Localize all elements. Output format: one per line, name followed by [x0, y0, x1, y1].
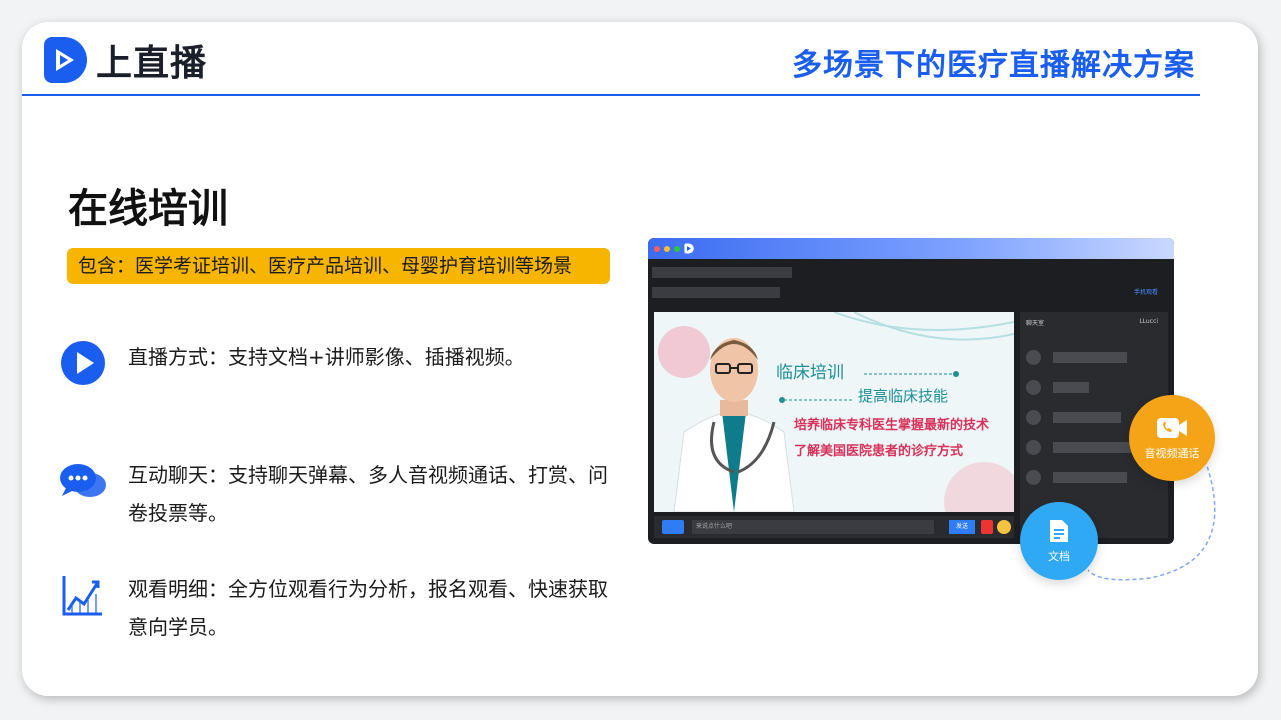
slide-line-2: 了解美国医院患者的诊疗方式 [794, 444, 964, 459]
feature-live-mode: 直播方式：支持文档+讲师影像、插播视频。 [58, 338, 613, 388]
feature-text: 观看明细：全方位观看行为分析，报名观看、快速获取意向学员。 [128, 577, 608, 639]
feature-text: 直播方式：支持文档+讲师影像、插播视频。 [128, 345, 525, 369]
slide-subtitle: 提高临床技能 [858, 387, 949, 405]
brand-logo: 上直播 [42, 34, 207, 86]
close-dot-icon [654, 245, 660, 252]
message-placeholder [1053, 412, 1121, 423]
chat-message [1026, 440, 1137, 455]
avatar [1026, 410, 1041, 425]
minimize-dot-icon [664, 245, 670, 252]
emoji-button[interactable] [662, 520, 684, 534]
chat-message [1026, 350, 1127, 365]
chat-message [1026, 470, 1127, 485]
av-call-label: 音视频通话 [1144, 447, 1200, 460]
chat-input[interactable]: 来说点什么吧 [692, 520, 934, 534]
chat-message [1026, 380, 1089, 395]
header-divider [22, 94, 1200, 96]
stage-background [658, 312, 1014, 512]
slide-title: 临床培训 [776, 363, 844, 383]
feature-interactive-chat: 互动聊天：支持聊天弹幕、多人音视频通话、打赏、问卷投票等。 [58, 456, 613, 532]
avatar [1026, 350, 1041, 365]
live-room-screenshot: 手机观看 临床培训 提高临床技能 培养临床专科医生掌握最新的技术 了解美国医院患… [648, 238, 1174, 544]
avatar [1026, 380, 1041, 395]
presentation-stage: 临床培训 提高临床技能 培养临床专科医生掌握最新的技术 了解美国医院患者的诊疗方… [654, 312, 1014, 512]
message-placeholder [1053, 442, 1137, 453]
gift-icon[interactable] [981, 520, 993, 534]
section-title: 在线培训 [68, 186, 228, 232]
document-label: 文档 [1048, 550, 1070, 563]
reward-icon[interactable] [997, 520, 1011, 534]
send-button[interactable]: 发送 [949, 520, 975, 534]
mobile-watch-link[interactable]: 手机观看 [1134, 287, 1158, 296]
brand-name: 上直播 [96, 43, 208, 84]
title-placeholder-bar [652, 267, 792, 278]
maximize-dot-icon [674, 245, 680, 252]
play-icon [61, 341, 105, 385]
av-call-callout: 音视频通话 [1129, 395, 1215, 481]
document-icon [1050, 520, 1068, 542]
feature-viewing-details: 观看明细：全方位观看行为分析，报名观看、快速获取意向学员。 [58, 570, 613, 646]
subtitle-placeholder-bar [652, 287, 780, 298]
feature-text: 互动聊天：支持聊天弹幕、多人音视频通话、打赏、问卷投票等。 [128, 463, 608, 525]
window-titlebar [648, 238, 1174, 259]
chat-bubbles-icon [60, 464, 106, 497]
logo-mark-icon [44, 37, 87, 83]
message-placeholder [1053, 472, 1127, 483]
scenario-tag: 包含：医学考证培训、医疗产品培训、母婴护育培训等场景 [67, 248, 610, 284]
avatar [1026, 440, 1041, 455]
analytics-chart-icon [62, 576, 102, 616]
avatar [1026, 470, 1041, 485]
message-placeholder [1053, 352, 1127, 363]
video-call-icon [1157, 418, 1187, 438]
document-callout: 文档 [1020, 502, 1098, 580]
chat-message [1026, 410, 1121, 425]
chat-input-bar: 来说点什么吧 发送 [654, 516, 1014, 538]
slide-line-1: 培养临床专科医生掌握最新的技术 [794, 418, 990, 433]
chat-user-name[interactable]: LLucci [1139, 318, 1158, 325]
chat-header: 聊天室 [1026, 320, 1045, 327]
page-headline: 多场景下的医疗直播解决方案 [792, 48, 1195, 83]
message-placeholder [1053, 382, 1089, 393]
app-logo-icon [684, 243, 694, 254]
